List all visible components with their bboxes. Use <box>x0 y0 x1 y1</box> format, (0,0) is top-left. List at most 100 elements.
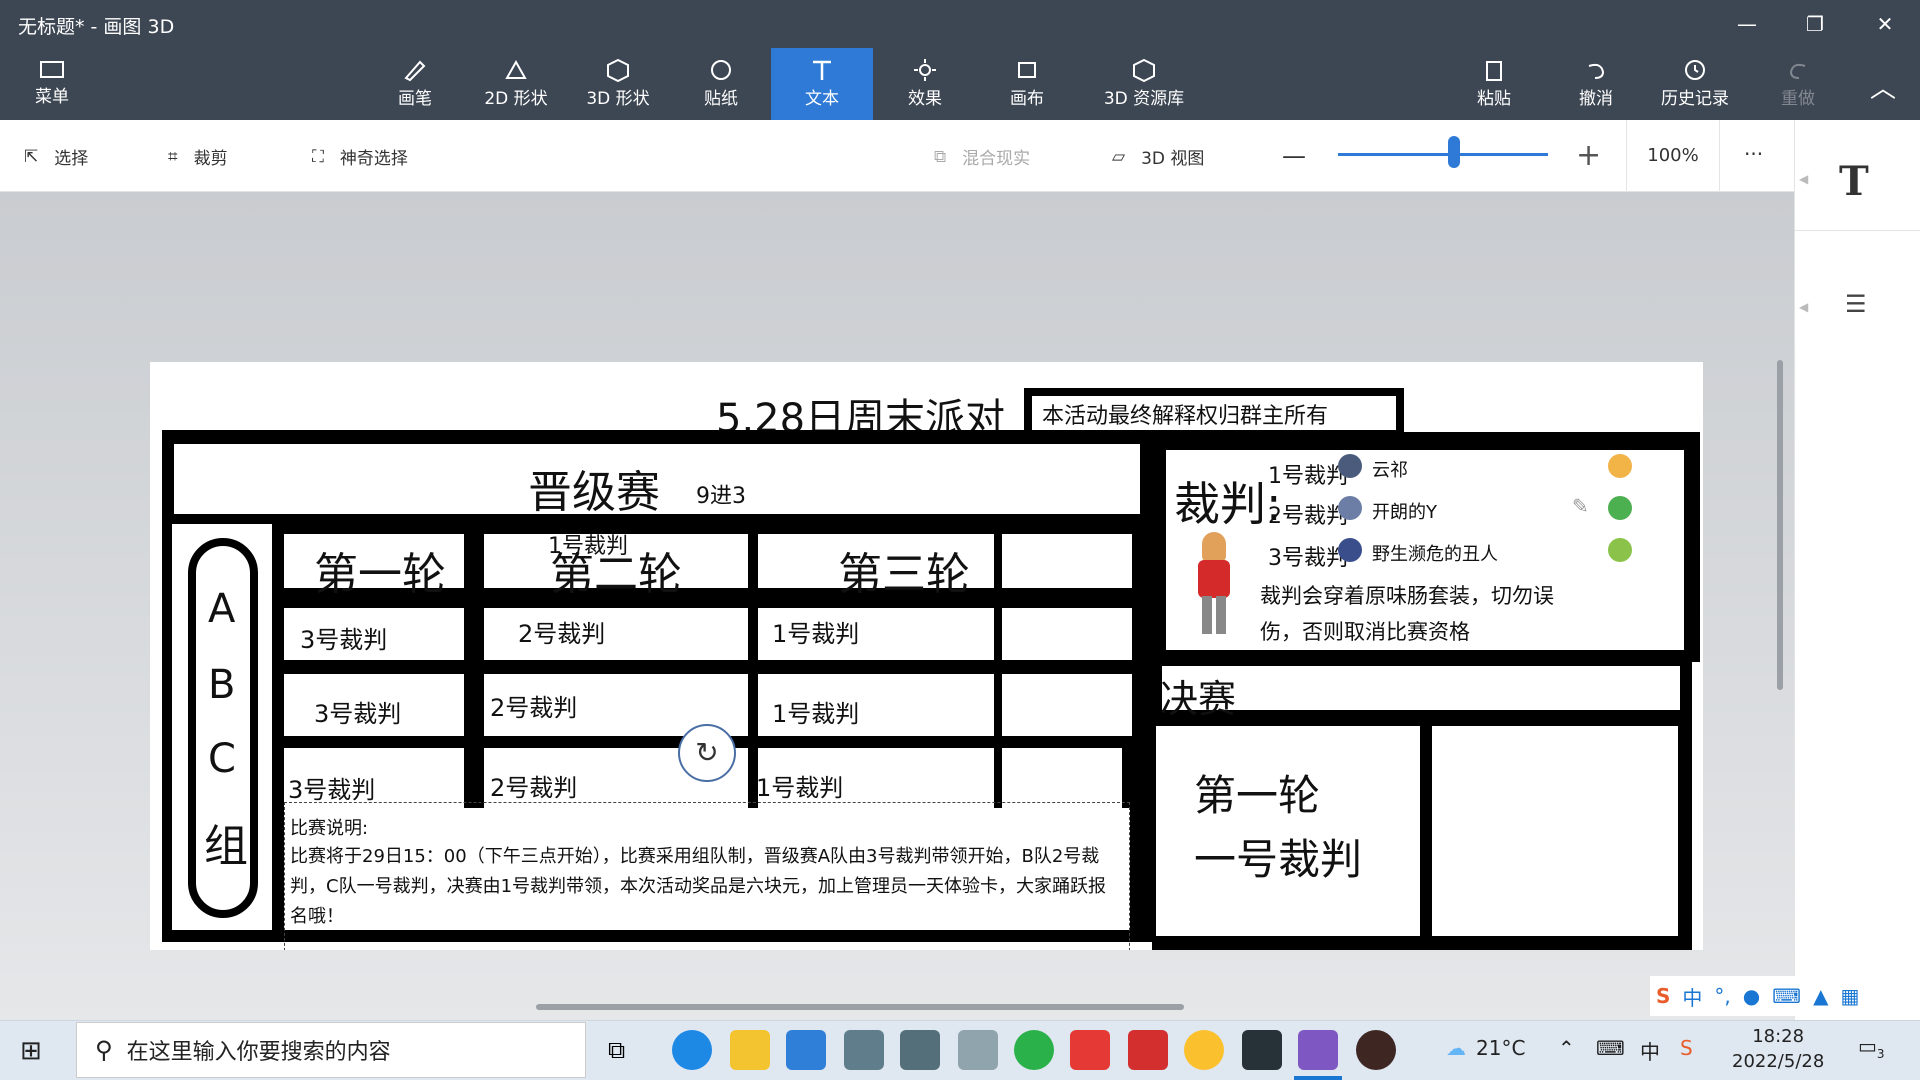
microphone-icon[interactable]: ● <box>1743 984 1760 1008</box>
cell-text: 2号裁判 <box>490 774 578 802</box>
group-c: C <box>208 736 236 782</box>
zoom-slider-thumb[interactable] <box>1447 136 1460 168</box>
tool-effects[interactable]: 效果 <box>894 48 956 120</box>
text-panel-icon[interactable]: T <box>1839 158 1869 205</box>
judge-name: 云祁 <box>1372 460 1408 481</box>
tool-stickers[interactable]: 贴纸 <box>690 48 752 120</box>
magic-select-icon: ⛶ <box>312 146 324 167</box>
empty-cell <box>1002 608 1132 660</box>
cell-text: 3号裁判 <box>314 700 402 728</box>
keyboard-icon[interactable]: ⌨ <box>1596 1036 1625 1060</box>
cell-text: 2号裁判 <box>518 620 606 648</box>
close-button[interactable]: ✕ <box>1862 6 1908 42</box>
finals-right-cell <box>1432 726 1678 936</box>
skin-icon[interactable]: ▲ <box>1813 984 1828 1008</box>
sliders-icon[interactable]: ☰ <box>1845 290 1867 318</box>
finals-left-cell: 第一轮 一号裁判 <box>1156 726 1420 936</box>
round3-cell: 第三轮 <box>758 534 994 600</box>
judge-note: 裁判会穿着原味肠套装，切勿误伤，否则取消比赛资格 <box>1260 584 1554 644</box>
history-label: 历史记录 <box>1661 89 1729 109</box>
round2-cell: 第二轮 1号裁判 <box>484 534 748 600</box>
select-tool[interactable]: ⇱ 选择 <box>24 144 88 170</box>
rotate-handle-icon[interactable]: ↻ <box>678 724 736 782</box>
zoom-percentage[interactable]: 100% <box>1626 120 1720 192</box>
cell-text: 3号裁判 <box>300 626 388 654</box>
weather-widget[interactable]: ☁ 21°C <box>1446 1036 1525 1060</box>
group-b: B <box>208 662 236 708</box>
group-a: A <box>208 586 236 632</box>
maximize-button[interactable]: ❐ <box>1792 6 1838 42</box>
library-icon <box>1133 58 1155 82</box>
history-button[interactable]: 历史记录 <box>1652 48 1738 120</box>
photos-icon[interactable] <box>786 1030 826 1070</box>
undo-button[interactable]: 撤消 <box>1564 48 1628 120</box>
tool-3d-library[interactable]: 3D 资源库 <box>1084 48 1204 120</box>
tool-text[interactable]: 文本 <box>771 48 873 120</box>
youdao-icon[interactable] <box>1128 1030 1168 1070</box>
edge-icon[interactable] <box>672 1030 712 1070</box>
crop-tool[interactable]: ⌗ 裁剪 <box>168 144 228 170</box>
zoom-slider[interactable] <box>1338 153 1548 156</box>
punctuation-icon[interactable]: °, <box>1714 984 1730 1008</box>
panel-left-arrow-icon[interactable]: ◀ <box>1799 172 1808 186</box>
paste-button[interactable]: 粘贴 <box>1462 48 1526 120</box>
windows-start-icon[interactable]: ⊞ <box>20 1036 42 1066</box>
ime-toolbar[interactable]: S 中 °, ● ⌨ ▲ ▦ <box>1650 976 1920 1016</box>
chrome-icon[interactable] <box>1184 1030 1224 1070</box>
poster-canvas[interactable]: 5.28日周末派对 本活动最终解释权归群主所有 晋级赛 9进3 A B C 组 … <box>150 362 1703 950</box>
media-icon[interactable] <box>1356 1030 1396 1070</box>
edit-icon[interactable]: ✎ <box>1572 494 1589 518</box>
round2-overlay: 1号裁判 <box>548 534 628 559</box>
tool-brushes[interactable]: 画笔 <box>382 48 448 120</box>
zoom-out-button[interactable]: — <box>1282 142 1306 170</box>
menu-button[interactable]: 菜单 <box>20 48 84 120</box>
grid-cell: 1号裁判 <box>758 674 994 736</box>
notification-icon[interactable]: ▭3 <box>1858 1034 1885 1061</box>
grid-cell: 1号裁判 <box>758 608 994 660</box>
paint-3d-icon[interactable] <box>1298 1030 1338 1070</box>
round-label: 第三轮 <box>838 549 970 600</box>
redo-button[interactable]: 重做 <box>1766 48 1830 120</box>
history-icon <box>1685 60 1705 80</box>
grid-icon[interactable]: ▦ <box>1840 984 1859 1008</box>
ime-indicator-icon[interactable]: 中 <box>1640 1036 1660 1065</box>
more-options-button[interactable]: ··· <box>1744 142 1763 166</box>
keyboard-icon[interactable]: ⌨ <box>1772 984 1801 1008</box>
user-icon <box>1608 496 1632 520</box>
search-placeholder: 在这里输入你要搜索的内容 <box>126 1040 391 1065</box>
app-icon[interactable] <box>1242 1030 1282 1070</box>
tool-label: 贴纸 <box>704 89 738 109</box>
cell-text: 3号裁判 <box>288 776 376 804</box>
horizontal-scrollbar[interactable] <box>536 1004 1184 1010</box>
zoom-in-button[interactable]: + <box>1576 138 1601 173</box>
title-bar: 无标题* - 画图 3D — ❐ ✕ <box>0 0 1920 48</box>
ime-mode[interactable]: 中 <box>1682 982 1702 1011</box>
selection-box[interactable] <box>284 802 1130 950</box>
collapse-ribbon-icon[interactable]: ︿ <box>1870 68 1896 105</box>
paint-icon[interactable] <box>958 1030 998 1070</box>
clock[interactable]: 18:28 2022/5/28 <box>1732 1024 1824 1074</box>
taskbar-search[interactable]: ⚲ 在这里输入你要搜索的内容 <box>76 1022 586 1078</box>
mixed-reality-button[interactable]: ⧉ 混合现实 <box>934 144 1031 170</box>
avatar <box>1338 496 1362 520</box>
tool-2d-shapes[interactable]: 2D 形状 <box>476 48 556 120</box>
3d-view-button[interactable]: ▱ 3D 视图 <box>1112 144 1204 170</box>
sun-icon <box>914 59 936 81</box>
vertical-scrollbar[interactable] <box>1777 360 1783 690</box>
text-icon <box>813 60 831 80</box>
wps-icon[interactable] <box>1070 1030 1110 1070</box>
tool-3d-shapes[interactable]: 3D 形状 <box>578 48 658 120</box>
chevron-up-icon[interactable]: ⌃ <box>1558 1036 1575 1060</box>
minimize-button[interactable]: — <box>1724 6 1770 42</box>
task-view-icon[interactable]: ⧉ <box>608 1036 625 1064</box>
calculator-icon[interactable] <box>844 1030 884 1070</box>
tool-canvas[interactable]: 画布 <box>996 48 1058 120</box>
magic-select-tool[interactable]: ⛶ 神奇选择 <box>312 144 408 170</box>
camera-icon[interactable] <box>900 1030 940 1070</box>
mixed-label: 混合现实 <box>962 149 1031 169</box>
file-explorer-icon[interactable] <box>730 1030 770 1070</box>
sogou-tray-icon[interactable]: S <box>1680 1036 1693 1060</box>
wechat-icon[interactable] <box>1014 1030 1054 1070</box>
3d-view-icon: ▱ <box>1112 146 1126 167</box>
panel-left-arrow-icon[interactable]: ◀ <box>1799 300 1808 314</box>
